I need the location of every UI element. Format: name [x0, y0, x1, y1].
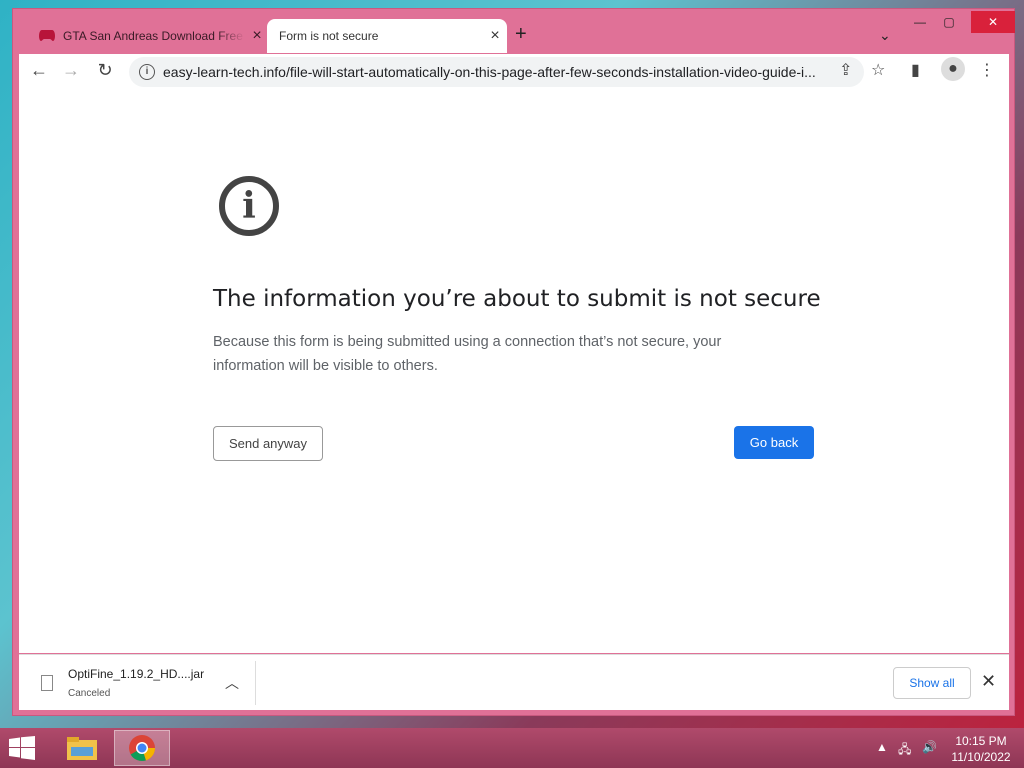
download-status: Canceled	[68, 688, 111, 699]
close-download-bar-icon[interactable]: ✕	[981, 671, 996, 692]
tab-gta[interactable]: GTA San Andreas Download Free ×	[29, 19, 269, 53]
forward-icon[interactable]: →	[59, 60, 83, 81]
tray-up-arrow-icon[interactable]: ▲	[876, 740, 888, 754]
browser-toolbar: ← → ↻ i easy-learn-tech.info/file-will-s…	[19, 54, 1009, 90]
close-tab-icon[interactable]: ×	[245, 27, 269, 45]
info-icon[interactable]: i	[139, 64, 155, 80]
divider	[255, 661, 256, 705]
download-bar: OptiFine_1.19.2_HD....jar Canceled ︿ Sho…	[19, 654, 1009, 710]
tab-form-not-secure[interactable]: Form is not secure ×	[267, 19, 507, 53]
minimize-button[interactable]: —	[909, 11, 931, 33]
clock-date: 11/10/2022	[951, 750, 1011, 764]
clock-time: 10:15 PM	[955, 734, 1007, 748]
page-body: Because this form is being submitted usi…	[213, 334, 722, 374]
tab-label: GTA San Andreas Download Free	[63, 29, 243, 43]
address-bar[interactable]: i easy-learn-tech.info/file-will-start-a…	[129, 57, 864, 87]
menu-icon[interactable]: ⋮	[979, 60, 995, 80]
tab-label: Form is not secure	[279, 29, 379, 43]
close-tab-icon[interactable]: ×	[483, 27, 507, 45]
network-icon[interactable]: 🖧	[898, 740, 911, 761]
chrome-icon[interactable]	[114, 730, 170, 766]
show-all-button[interactable]: Show all	[893, 667, 971, 699]
file-icon	[41, 675, 53, 691]
bookmark-star-icon[interactable]: ☆	[871, 60, 885, 80]
tab-search-chevron-icon[interactable]: ⌄	[879, 27, 891, 44]
profile-icon[interactable]: ●	[941, 57, 965, 81]
new-tab-button[interactable]: +	[515, 23, 527, 46]
taskbar: ▲ 🖧 🔊 10:15 PM 11/10/2022	[0, 728, 1024, 768]
close-window-button[interactable]: ✕	[971, 11, 1015, 33]
send-anyway-button[interactable]: Send anyway	[213, 426, 323, 461]
info-icon: i	[219, 176, 279, 236]
maximize-button[interactable]: ▢	[937, 11, 961, 33]
taskbar-clock[interactable]: 10:15 PM 11/10/2022	[948, 733, 1014, 765]
reload-icon[interactable]: ↻	[93, 60, 117, 81]
download-filename[interactable]: OptiFine_1.19.2_HD....jar	[68, 667, 204, 681]
address-text: easy-learn-tech.info/file-will-start-aut…	[163, 64, 816, 80]
gamepad-icon	[39, 29, 55, 44]
windows-start-icon[interactable]	[8, 736, 36, 760]
browser-window: GTA San Andreas Download Free × Form is …	[12, 8, 1015, 716]
side-panel-icon[interactable]: ▮	[911, 60, 920, 80]
go-back-button[interactable]: Go back	[734, 426, 814, 459]
file-explorer-icon[interactable]	[54, 730, 110, 766]
page-title: The information you’re about to submit i…	[213, 286, 821, 312]
chevron-up-icon[interactable]: ︿	[225, 673, 239, 693]
interstitial-page: i The information you’re about to submit…	[19, 90, 1009, 653]
back-icon[interactable]: ←	[27, 60, 51, 81]
volume-icon[interactable]: 🔊	[922, 740, 937, 754]
share-icon[interactable]: ⇪	[839, 60, 852, 80]
